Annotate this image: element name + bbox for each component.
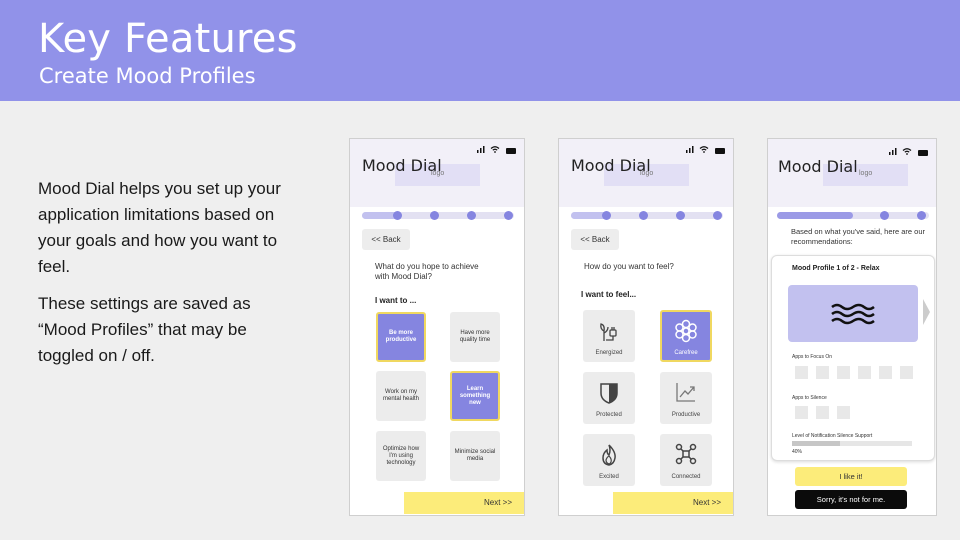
progress-step xyxy=(504,211,513,220)
feeling-option[interactable]: Excited xyxy=(583,434,635,486)
app-slot[interactable] xyxy=(816,366,829,379)
feeling-label: Productive xyxy=(671,412,701,418)
feeling-option[interactable]: Productive xyxy=(660,372,712,424)
feeling-option[interactable]: Protected xyxy=(583,372,635,424)
apps-focus-label: Apps to Focus On xyxy=(792,354,833,360)
goal-option[interactable]: Minimize social media xyxy=(450,431,500,481)
app-title: Mood Dial xyxy=(571,156,651,175)
progress-step xyxy=(880,211,889,220)
feeling-label: Excited xyxy=(599,474,619,480)
slide-header: Key Features Create Mood Profiles xyxy=(0,0,960,101)
dislike-button[interactable]: Sorry, it's not for me. xyxy=(795,490,907,509)
wifi-icon xyxy=(491,146,500,153)
shield-icon xyxy=(600,383,618,404)
silence-level-value: 40% xyxy=(792,449,803,455)
feeling-label: Connected xyxy=(671,474,701,480)
description-paragraph-2: These settings are saved as “Mood Profil… xyxy=(38,294,251,365)
silence-level-bar[interactable] xyxy=(792,441,912,446)
logo-label: logo xyxy=(859,170,873,177)
progress-step xyxy=(917,211,926,220)
feeling-option[interactable]: Energized xyxy=(583,310,635,362)
feeling-label: Protected xyxy=(596,412,622,418)
goal-option[interactable]: Be more productive xyxy=(376,312,426,362)
feeling-option[interactable]: Carefree xyxy=(660,310,712,362)
feeling-option[interactable]: Connected xyxy=(660,434,712,486)
progress-bar xyxy=(362,210,514,220)
progress-fill xyxy=(777,212,853,219)
wifi-icon xyxy=(903,148,912,155)
status-bar xyxy=(476,145,516,155)
app-title: Mood Dial xyxy=(362,156,442,175)
signal-icon xyxy=(888,148,897,155)
back-button[interactable]: << Back xyxy=(571,229,619,250)
slide-subtitle: Create Mood Profiles xyxy=(39,64,256,88)
phone-screen-goals: logo Mood Dial << Back What do you hope … xyxy=(349,138,525,516)
progress-step xyxy=(639,211,648,220)
flower-icon xyxy=(675,319,697,343)
description-paragraph-1: Mood Dial helps you set up your applicat… xyxy=(38,179,281,276)
goal-option[interactable]: Optimize how I'm using technology xyxy=(376,431,426,481)
app-slot[interactable] xyxy=(858,366,871,379)
feeling-label: Carefree xyxy=(674,350,698,356)
card-title: Mood Profile 1 of 2 - Relax xyxy=(792,265,880,272)
apps-silence-label: Apps to Silence xyxy=(792,395,827,401)
progress-step xyxy=(676,211,685,220)
battery-icon xyxy=(715,147,725,154)
mood-profile-card[interactable]: Mood Profile 1 of 2 - Relax Apps to Focu… xyxy=(771,255,935,461)
progress-step xyxy=(393,211,402,220)
app-slot[interactable] xyxy=(879,366,892,379)
signal-icon xyxy=(685,146,694,153)
progress-step xyxy=(713,211,722,220)
goal-option[interactable]: Have more quality time xyxy=(450,312,500,362)
silence-level-label: Level of Notification Silence Support xyxy=(792,433,873,439)
recommendation-intro: Based on what you've said, here are our … xyxy=(791,227,926,246)
app-slot[interactable] xyxy=(795,366,808,379)
question-text: What do you hope to achieve with Mood Di… xyxy=(375,262,479,281)
progress-step xyxy=(467,211,476,220)
question-text: How do you want to feel? xyxy=(584,262,674,271)
waves-icon xyxy=(831,303,875,325)
prompt-text: I want to feel... xyxy=(581,290,637,299)
battery-icon xyxy=(918,149,928,156)
network-icon xyxy=(675,443,697,465)
app-slot[interactable] xyxy=(837,366,850,379)
feeling-label: Energized xyxy=(595,350,623,356)
progress-bar xyxy=(571,210,723,220)
back-button[interactable]: << Back xyxy=(362,229,410,250)
progress-step xyxy=(430,211,439,220)
next-profile-arrow-icon[interactable] xyxy=(923,299,930,325)
signal-icon xyxy=(476,146,485,153)
app-title: Mood Dial xyxy=(778,157,858,176)
next-button[interactable]: Next >> xyxy=(404,492,524,514)
status-bar xyxy=(888,147,928,157)
goal-option[interactable]: Learn something new xyxy=(450,371,500,421)
slide-title: Key Features xyxy=(38,16,298,62)
prompt-text: I want to ... xyxy=(375,296,417,305)
phone-screen-recommendations: logo Mood Dial Based on what you've said… xyxy=(767,138,937,516)
like-button[interactable]: I like it! xyxy=(795,467,907,486)
wifi-icon xyxy=(700,146,709,153)
goal-option[interactable]: Work on my mental health xyxy=(376,371,426,421)
plug-plant-icon xyxy=(600,323,617,341)
next-button[interactable]: Next >> xyxy=(613,492,733,514)
phone-screen-feelings: logo Mood Dial << Back How do you want t… xyxy=(558,138,734,516)
app-slot[interactable] xyxy=(900,366,913,379)
silence-level-fill xyxy=(792,441,840,446)
flame-icon xyxy=(602,444,616,466)
progress-bar xyxy=(777,210,929,220)
profile-hero-image xyxy=(788,285,918,342)
progress-step xyxy=(602,211,611,220)
battery-icon xyxy=(506,147,516,154)
app-slot[interactable] xyxy=(795,406,808,419)
status-bar xyxy=(685,145,725,155)
app-slot[interactable] xyxy=(816,406,829,419)
app-slot[interactable] xyxy=(837,406,850,419)
trend-up-icon xyxy=(676,383,695,402)
